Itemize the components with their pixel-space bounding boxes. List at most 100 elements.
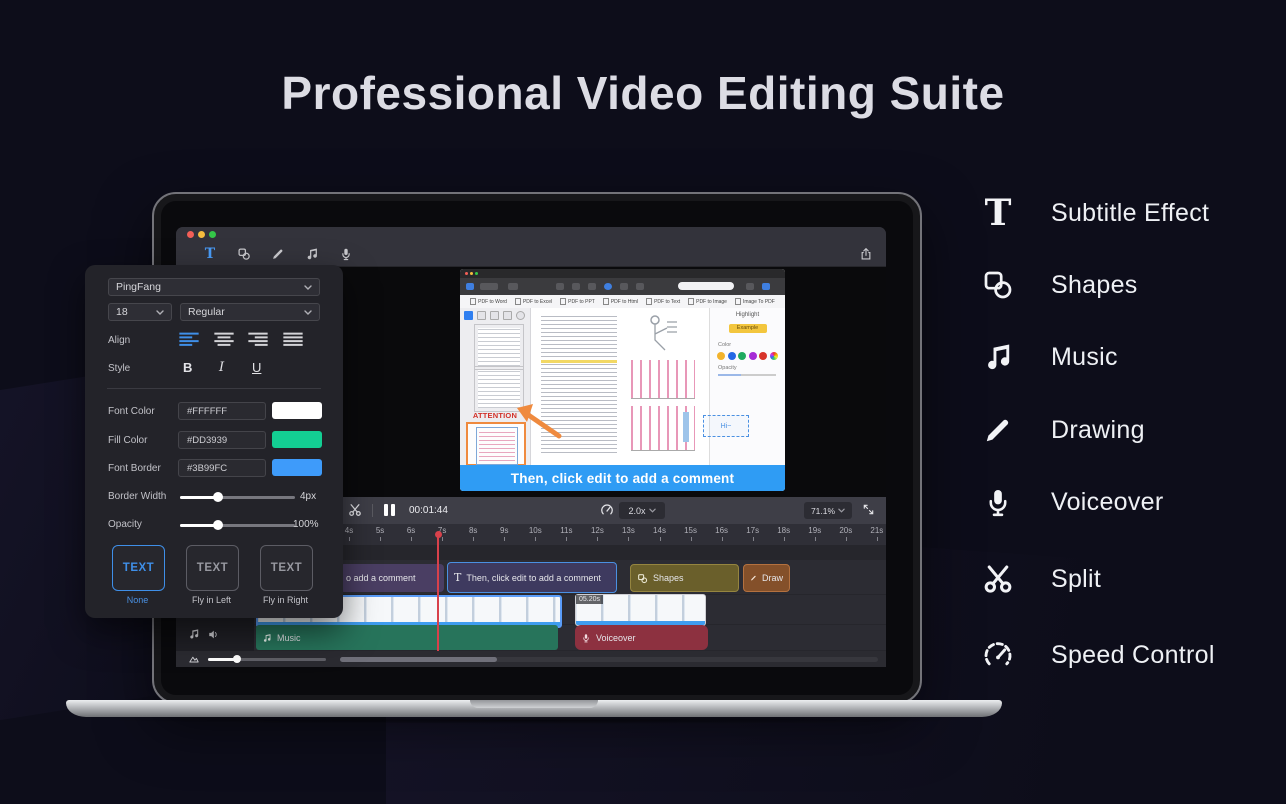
font-border-input[interactable]: #3B99FC (178, 459, 266, 477)
align-right-icon (248, 332, 268, 347)
minimize-button[interactable] (198, 231, 205, 238)
ruler-tick: 8s (462, 526, 484, 535)
pencil-icon (975, 414, 1021, 446)
track-zoom-slider-thumb[interactable] (233, 655, 241, 663)
music-tool-button[interactable] (304, 246, 320, 262)
fullscreen-button[interactable] (862, 503, 875, 516)
video-clip[interactable]: 05.20s (575, 594, 706, 626)
align-label: Align (108, 335, 130, 346)
font-size-select[interactable]: 18 (108, 303, 172, 321)
font-color-input[interactable]: #FFFFFF (178, 402, 266, 420)
page-title: Professional Video Editing Suite (0, 66, 1286, 120)
zoom-level-select[interactable]: 71.1% (804, 502, 852, 519)
font-weight-select[interactable]: Regular (180, 303, 320, 321)
shapes-icon (237, 247, 251, 261)
text-annotation-box: Hi~ (703, 415, 749, 437)
align-justify-button[interactable] (283, 332, 303, 347)
shapes-clip[interactable]: Shapes (630, 564, 739, 592)
feature-label: Drawing (1051, 416, 1145, 445)
text-properties-panel: PingFang 18 Regular Align Style B I U Fo… (85, 265, 343, 618)
chevron-down-icon (838, 508, 845, 513)
shapes-icon (975, 269, 1021, 301)
animation-option-fly-in-right[interactable]: TEXT Fly in Right (260, 545, 311, 591)
timeline-scrollbar-thumb[interactable] (340, 657, 497, 662)
text-clip-selected[interactable]: T Then, click edit to add a comment (447, 562, 617, 593)
split-button[interactable] (348, 503, 362, 517)
current-time: 00:01:44 (409, 505, 448, 516)
text-clip-label: o add a comment (346, 573, 416, 583)
pdf-document-page (531, 308, 709, 465)
pdf-titlebar (460, 269, 785, 278)
font-weight-value: Regular (188, 306, 225, 318)
pdf-pageedit-icon (572, 283, 580, 290)
pause-button[interactable] (384, 504, 388, 516)
text-tool-icon: T (205, 246, 215, 262)
pdf-preview-frame: PDF to WordPDF to ExcelPDF to PPTPDF to … (460, 269, 785, 491)
align-right-button[interactable] (248, 332, 268, 347)
ruler-tick: 19s (804, 526, 826, 535)
text-clip-icon: T (454, 571, 461, 584)
feature-split: Split (975, 556, 1275, 602)
fill-color-swatch[interactable] (272, 431, 322, 448)
highlight-panel-title: Highlight (710, 312, 785, 318)
pause-button-bar[interactable] (391, 504, 395, 516)
animation-preview[interactable]: TEXT (112, 545, 165, 591)
align-center-icon (214, 332, 234, 347)
playhead[interactable] (437, 534, 439, 651)
animation-option-none[interactable]: TEXT None (112, 545, 163, 591)
align-center-button[interactable] (214, 332, 234, 347)
font-border-swatch[interactable] (272, 459, 322, 476)
ruler-tick: 14s (649, 526, 671, 535)
ruler-tick: 15s (680, 526, 702, 535)
video-clip-duration: 05.20s (576, 595, 603, 604)
music-icon (305, 247, 319, 261)
italic-button[interactable]: I (219, 360, 224, 375)
opacity-slider-thumb[interactable] (213, 520, 223, 530)
music-clip[interactable]: Music (256, 625, 558, 650)
feature-label: Speed Control (1051, 641, 1215, 670)
animation-option-fly-in-left[interactable]: TEXT Fly in Left (186, 545, 237, 591)
pdf-nav-icon (508, 283, 518, 290)
animation-preview[interactable]: TEXT (186, 545, 239, 591)
speed-select[interactable]: 2.0x (619, 502, 665, 519)
shapes-icon (637, 573, 648, 584)
bold-button[interactable]: B (183, 360, 192, 375)
pdf-convert-button: PDF to Text (646, 298, 680, 305)
voiceover-clip[interactable]: Voiceover (575, 625, 708, 650)
pdf-convert-row: PDF to WordPDF to ExcelPDF to PPTPDF to … (460, 295, 785, 309)
highlight-color-dot (738, 352, 746, 360)
text-icon: T (975, 194, 1021, 232)
page-thumbnail (474, 324, 524, 370)
opacity-label: Opacity (718, 365, 737, 371)
editor-toolbar: T (176, 242, 886, 267)
marketing-page: Professional Video Editing Suite T (0, 0, 1286, 804)
draw-tool-button[interactable] (270, 246, 286, 262)
border-width-slider-thumb[interactable] (213, 492, 223, 502)
panel-divider (107, 388, 321, 389)
document-diagram (633, 314, 683, 354)
close-button[interactable] (187, 231, 194, 238)
shapes-tool-button[interactable] (236, 246, 252, 262)
animation-label: Fly in Right (231, 595, 341, 605)
mute-track-button[interactable] (207, 628, 220, 641)
text-tool-button[interactable]: T (202, 246, 218, 262)
chevron-down-icon (304, 285, 312, 290)
underline-button[interactable]: U (252, 360, 261, 375)
font-color-swatch[interactable] (272, 402, 322, 419)
music-clip-label: Music (277, 633, 301, 643)
animation-preview[interactable]: TEXT (260, 545, 313, 591)
font-family-select[interactable]: PingFang (108, 278, 320, 296)
draw-clip[interactable]: Draw (743, 564, 790, 592)
export-button[interactable] (858, 246, 874, 262)
maximize-button[interactable] (209, 231, 216, 238)
pdf-search-field (678, 282, 734, 290)
align-left-button[interactable] (179, 332, 199, 347)
feature-music: Music (975, 334, 1275, 380)
text-clip[interactable]: o add a comment (340, 564, 444, 592)
feature-label: Shapes (1051, 271, 1138, 300)
fill-color-input[interactable]: #DD3939 (178, 431, 266, 449)
ruler-tick: 5s (369, 526, 391, 535)
voiceover-tool-button[interactable] (338, 246, 354, 262)
pdf-panel-icon (466, 283, 474, 290)
pdf-display-icon (620, 283, 628, 290)
